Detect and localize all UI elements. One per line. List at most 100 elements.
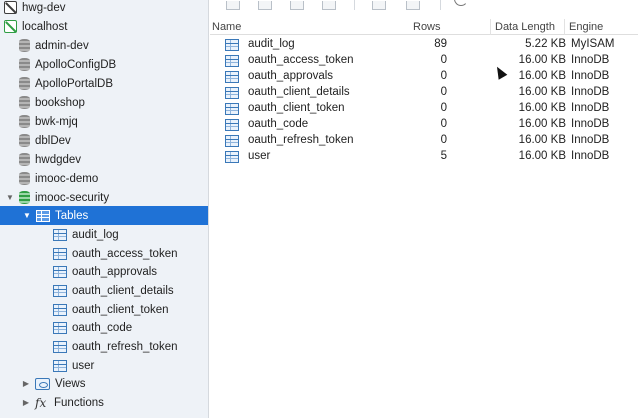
table-engine: InnoDB	[571, 150, 610, 162]
disclosure-collapsed-icon[interactable]: ▶	[21, 379, 31, 388]
database-item-imooc-security[interactable]: ▼ imooc-security	[0, 188, 208, 207]
table-list-pane: Name Rows Data Length Engine audit_log 8…	[210, 0, 638, 418]
database-icon	[19, 77, 30, 90]
table-engine: InnoDB	[571, 134, 610, 146]
table-row[interactable]: oauth_code 0 16.00 KB InnoDB	[210, 117, 638, 133]
database-label: bookshop	[35, 96, 85, 109]
database-icon	[19, 134, 30, 147]
sidebar-table-oauth-code[interactable]: oauth_code	[0, 318, 208, 337]
database-icon	[19, 172, 30, 185]
table-engine: InnoDB	[571, 86, 610, 98]
table-icon	[225, 135, 239, 147]
database-item-bookshop[interactable]: bookshop	[0, 93, 208, 112]
tables-group-label: Tables	[55, 209, 89, 222]
column-divider	[490, 19, 491, 35]
toolbar-separator	[440, 0, 441, 10]
table-name: user	[248, 150, 271, 162]
open-table-icon[interactable]	[224, 0, 242, 10]
table-rows-count: 0	[440, 102, 447, 114]
database-item-bwk-mjq[interactable]: bwk-mjq	[0, 112, 208, 131]
table-engine: InnoDB	[571, 54, 610, 66]
table-label: audit_log	[72, 228, 119, 241]
database-item-imooc-demo[interactable]: imooc-demo	[0, 169, 208, 188]
database-item-hwdgdev[interactable]: hwdgdev	[0, 150, 208, 169]
table-icon	[225, 55, 239, 67]
new-table-icon[interactable]	[288, 0, 306, 10]
import-icon[interactable]	[370, 0, 388, 10]
toolbar	[210, 0, 638, 14]
table-label: user	[72, 359, 95, 372]
table-icon	[53, 247, 67, 260]
table-icon	[53, 228, 67, 241]
table-label: oauth_access_token	[72, 247, 178, 260]
disclosure-collapsed-icon[interactable]: ▶	[21, 398, 31, 407]
sidebar-table-user[interactable]: user	[0, 356, 208, 375]
column-header-rows[interactable]: Rows	[413, 21, 441, 33]
sidebar-table-oauth-approvals[interactable]: oauth_approvals	[0, 262, 208, 281]
database-label: dblDev	[35, 134, 71, 147]
table-data-length: 16.00 KB	[518, 118, 566, 130]
table-engine: MyISAM	[571, 38, 615, 50]
database-label: ApolloConfigDB	[35, 58, 117, 71]
database-label: admin-dev	[35, 39, 89, 52]
table-icon	[225, 151, 239, 163]
disclosure-expanded-icon[interactable]: ▼	[5, 193, 15, 202]
table-rows-count: 0	[440, 134, 447, 146]
database-label: bwk-mjq	[35, 115, 78, 128]
functions-group-label: Functions	[54, 396, 104, 409]
table-row[interactable]: oauth_client_details 0 16.00 KB InnoDB	[210, 85, 638, 101]
views-icon	[35, 377, 50, 390]
table-data-length: 16.00 KB	[518, 86, 566, 98]
table-icon	[225, 103, 239, 115]
table-row[interactable]: oauth_refresh_token 0 16.00 KB InnoDB	[210, 133, 638, 149]
column-header-name[interactable]: Name	[212, 21, 241, 33]
database-label: imooc-demo	[35, 172, 99, 185]
database-item-admin-dev[interactable]: admin-dev	[0, 36, 208, 55]
table-label: oauth_client_details	[72, 284, 174, 297]
table-engine: InnoDB	[571, 102, 610, 114]
connection-label: localhost	[22, 20, 68, 33]
database-label: imooc-security	[35, 191, 110, 204]
table-row[interactable]: oauth_access_token 0 16.00 KB InnoDB	[210, 53, 638, 69]
export-icon[interactable]	[404, 0, 422, 10]
connection-item-hwg-dev[interactable]: hwg-dev	[0, 0, 208, 17]
database-icon	[19, 115, 30, 128]
table-name: oauth_refresh_token	[248, 134, 354, 146]
tables-group[interactable]: ▼ Tables	[0, 206, 208, 225]
database-item-apolloconfigdb[interactable]: ApolloConfigDB	[0, 55, 208, 74]
table-row[interactable]: user 5 16.00 KB InnoDB	[210, 149, 638, 165]
sidebar-table-oauth-client-token[interactable]: oauth_client_token	[0, 300, 208, 319]
table-row[interactable]: oauth_approvals 0 16.00 KB InnoDB	[210, 69, 638, 85]
table-rows-count: 5	[440, 150, 447, 162]
table-icon	[53, 359, 67, 372]
sidebar-table-audit-log[interactable]: audit_log	[0, 225, 208, 244]
functions-icon: fx	[35, 395, 47, 410]
sidebar-table-oauth-refresh-token[interactable]: oauth_refresh_token	[0, 337, 208, 356]
table-name: oauth_client_details	[248, 86, 350, 98]
views-group[interactable]: ▶ Views	[0, 374, 208, 393]
refresh-icon[interactable]	[454, 0, 468, 6]
database-icon	[19, 191, 30, 204]
sidebar-table-oauth-client-details[interactable]: oauth_client_details	[0, 281, 208, 300]
connection-icon	[4, 1, 17, 14]
design-table-icon[interactable]	[256, 0, 274, 10]
sidebar: hwg-dev localhost admin-dev ApolloConfig…	[0, 0, 209, 418]
functions-group[interactable]: ▶ fx Functions	[0, 393, 208, 412]
table-data-length: 16.00 KB	[518, 150, 566, 162]
table-name: oauth_approvals	[248, 70, 334, 82]
table-row[interactable]: oauth_client_token 0 16.00 KB InnoDB	[210, 101, 638, 117]
table-row[interactable]: audit_log 89 5.22 KB MyISAM	[210, 37, 638, 53]
table-rows-count: 0	[440, 70, 447, 82]
table-data-length: 16.00 KB	[518, 102, 566, 114]
connection-item-localhost[interactable]: localhost	[0, 17, 208, 36]
disclosure-expanded-icon[interactable]: ▼	[22, 211, 32, 220]
database-item-apolloportaldb[interactable]: ApolloPortalDB	[0, 74, 208, 93]
sidebar-table-oauth-access-token[interactable]: oauth_access_token	[0, 244, 208, 263]
column-header-data-length[interactable]: Data Length	[495, 21, 555, 33]
delete-table-icon[interactable]	[320, 0, 338, 10]
column-header-engine[interactable]: Engine	[569, 21, 603, 33]
table-data-length: 16.00 KB	[518, 134, 566, 146]
database-item-dbldev[interactable]: dblDev	[0, 131, 208, 150]
table-icon	[53, 265, 67, 278]
table-engine: InnoDB	[571, 70, 610, 82]
